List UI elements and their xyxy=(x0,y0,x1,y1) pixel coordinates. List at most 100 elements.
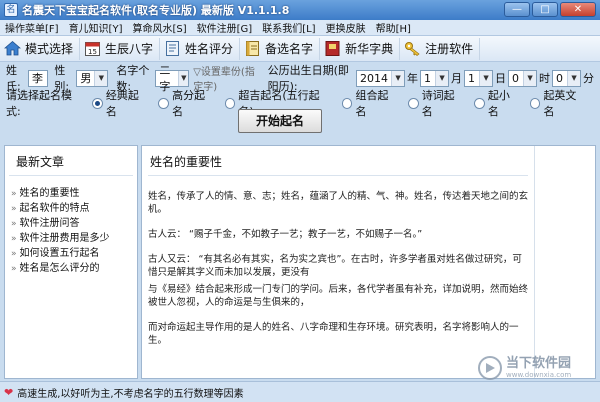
article-body: 姓名的重要性 姓名，传承了人的情、意、志；姓名，蕴涵了人的精、气、神。姓名，传达… xyxy=(142,146,535,378)
menu-fortune[interactable]: 算命风水[S] xyxy=(127,20,191,35)
app-icon: 名 xyxy=(4,3,18,17)
dictionary-label: 新华字典 xyxy=(345,42,394,56)
toolbar: 模式选择 15 生辰八字 姓名评分 备选名字 新华字典 注册软件 xyxy=(0,36,600,62)
register-software-label: 注册软件 xyxy=(425,42,474,56)
minute-unit: 分 xyxy=(583,72,595,85)
document-icon xyxy=(164,40,181,57)
double-chevron-icon: » xyxy=(11,249,17,259)
article-paragraph: 与《易经》结合起来形成一门专门的学问。后来，各代学者虽有补充，详加说明，然而始终… xyxy=(148,284,529,308)
minute-select[interactable]: 0 ▼ xyxy=(552,69,582,87)
mode-radio-label: 组合起名 xyxy=(355,89,389,118)
article-paragraph: 而对命运起主导作用的是人的姓名、八字命理和生存环境。研究表明，名字将影响人的一生… xyxy=(148,322,519,346)
status-text: 高速生成,以好听为主,不考虑名字的五行数理等因素 xyxy=(17,388,244,400)
article-link[interactable]: » 如何设置五行起名 xyxy=(5,246,137,261)
article-paragraph: 古人又云： “有其名必有其实，名为实之宾也”。在古时，许多学者虽对姓名做过研究，… xyxy=(148,254,522,278)
day-select[interactable]: 1 ▼ xyxy=(464,69,494,87)
article-link-label: 姓名的重要性 xyxy=(19,188,80,199)
birth-chart-label: 生辰八字 xyxy=(105,42,154,56)
naming-mode-label: 请选择起名模式: xyxy=(6,89,72,118)
dictionary-button[interactable]: 新华字典 xyxy=(320,37,401,60)
menu-register[interactable]: 软件注册[G] xyxy=(192,20,258,35)
article-link-label: 如何设置五行起名 xyxy=(19,248,100,259)
double-chevron-icon: » xyxy=(11,189,17,199)
article-link-label: 软件注册问答 xyxy=(19,218,80,229)
key-icon xyxy=(404,40,421,57)
mode-radio-high-score[interactable]: 高分起名 xyxy=(158,87,214,119)
menu-contact[interactable]: 联系我们[L] xyxy=(257,20,320,35)
candidate-names-label: 备选名字 xyxy=(265,42,314,56)
radio-unchecked-icon xyxy=(158,97,170,109)
watermark-title: 当下软件园 xyxy=(506,356,572,371)
minimize-button[interactable]: — xyxy=(504,2,530,17)
minute-value: 0 xyxy=(556,71,564,85)
latest-articles-title: 最新文章 xyxy=(9,146,133,176)
article-paragraph: 古人云： “赐子千金，不如教子一艺；教子一艺，不如赐子一名。” xyxy=(148,229,423,240)
mode-radio-combination[interactable]: 组合起名 xyxy=(341,87,398,119)
double-chevron-icon: » xyxy=(11,204,17,214)
surname-input[interactable]: 李 xyxy=(27,69,49,87)
mode-radio-poetry[interactable]: 诗词起名 xyxy=(408,87,464,119)
chevron-down-icon: ▼ xyxy=(567,70,581,86)
mode-radio-nickname[interactable]: 起小名 xyxy=(474,87,520,119)
name-score-button[interactable]: 姓名评分 xyxy=(160,37,241,60)
calendar-icon: 15 xyxy=(84,40,101,57)
name-score-label: 姓名评分 xyxy=(185,42,234,56)
status-bar: ❤ 高速生成,以好听为主,不考虑名字的五行数理等因素 xyxy=(0,381,600,402)
menu-help[interactable]: 帮助[H] xyxy=(371,20,416,35)
mode-select-label: 模式选择 xyxy=(25,42,74,56)
article-link-label: 起名软件的特点 xyxy=(19,203,90,214)
mode-radio-classic[interactable]: 经典起名 xyxy=(92,87,148,119)
hour-select[interactable]: 0 ▼ xyxy=(508,69,538,87)
year-value: 2014 xyxy=(360,71,389,85)
chevron-down-icon: ▼ xyxy=(391,70,405,86)
start-naming-button[interactable]: 开始起名 xyxy=(238,109,322,133)
close-button[interactable]: ✕ xyxy=(560,2,596,17)
article-link[interactable]: » 姓名是怎么评分的 xyxy=(5,261,137,276)
menu-operations[interactable]: 操作菜单[F] xyxy=(0,20,64,35)
article-paragraph: 姓名，传承了人的情、意、志；姓名，蕴涵了人的精、气、神。姓名，传达着天地之间的玄… xyxy=(148,191,529,215)
dictionary-icon xyxy=(324,40,341,57)
birth-chart-button[interactable]: 15 生辰八字 xyxy=(80,37,161,60)
title-bar: 名 名震天下宝宝起名软件(取名专业版) 最新版 V1.1.1.8 — □ ✕ xyxy=(0,0,600,20)
home-icon xyxy=(4,40,21,57)
mode-radio-label: 经典起名 xyxy=(105,89,139,118)
menu-parenting[interactable]: 育儿知识[Y] xyxy=(64,20,128,35)
year-select[interactable]: 2014 ▼ xyxy=(356,69,406,87)
double-chevron-icon: » xyxy=(11,219,17,229)
month-unit: 月 xyxy=(451,72,463,85)
maximize-button[interactable]: □ xyxy=(532,2,558,17)
double-chevron-icon: » xyxy=(11,234,17,244)
article-link[interactable]: » 姓名的重要性 xyxy=(5,186,137,201)
month-select[interactable]: 1 ▼ xyxy=(420,69,450,87)
notebook-icon xyxy=(244,40,261,57)
register-software-button[interactable]: 注册软件 xyxy=(400,37,481,60)
mode-radio-english[interactable]: 起英文名 xyxy=(529,87,586,119)
day-unit: 日 xyxy=(495,72,507,85)
menu-skin[interactable]: 更换皮肤 xyxy=(321,20,371,35)
article-link-label: 软件注册费用是多少 xyxy=(19,233,110,244)
month-value: 1 xyxy=(424,71,432,85)
radio-checked-icon xyxy=(92,97,103,109)
day-value: 1 xyxy=(468,71,476,85)
mode-radio-label: 高分起名 xyxy=(172,89,206,118)
article-link[interactable]: » 起名软件的特点 xyxy=(5,201,137,216)
latest-articles-panel: 最新文章 » 姓名的重要性 » 起名软件的特点 » 软件注册问答 » 软件注册费用是多少… xyxy=(4,145,138,379)
name-chars-select[interactable]: 二字 ▼ xyxy=(155,64,190,93)
article-link[interactable]: » 软件注册问答 xyxy=(5,216,137,231)
mode-select-button[interactable]: 模式选择 xyxy=(0,37,81,60)
article-link-label: 姓名是怎么评分的 xyxy=(19,263,100,274)
double-chevron-icon: » xyxy=(11,264,17,274)
gender-select[interactable]: 男 ▼ xyxy=(76,69,109,87)
article-link[interactable]: » 软件注册费用是多少 xyxy=(5,231,137,246)
radio-unchecked-icon xyxy=(474,97,485,109)
mode-radio-label: 起英文名 xyxy=(543,89,577,118)
chevron-down-icon: ▼ xyxy=(435,70,449,86)
chevron-down-icon: ▼ xyxy=(479,70,493,86)
mode-radio-label: 起小名 xyxy=(487,89,510,118)
candidate-names-button[interactable]: 备选名字 xyxy=(240,37,321,60)
chevron-down-icon: ▼ xyxy=(523,70,537,86)
chevron-down-icon: ▼ xyxy=(178,70,189,86)
chevron-down-icon: ▼ xyxy=(94,70,108,86)
gender-value: 男 xyxy=(80,72,92,85)
radio-unchecked-icon xyxy=(529,97,541,109)
